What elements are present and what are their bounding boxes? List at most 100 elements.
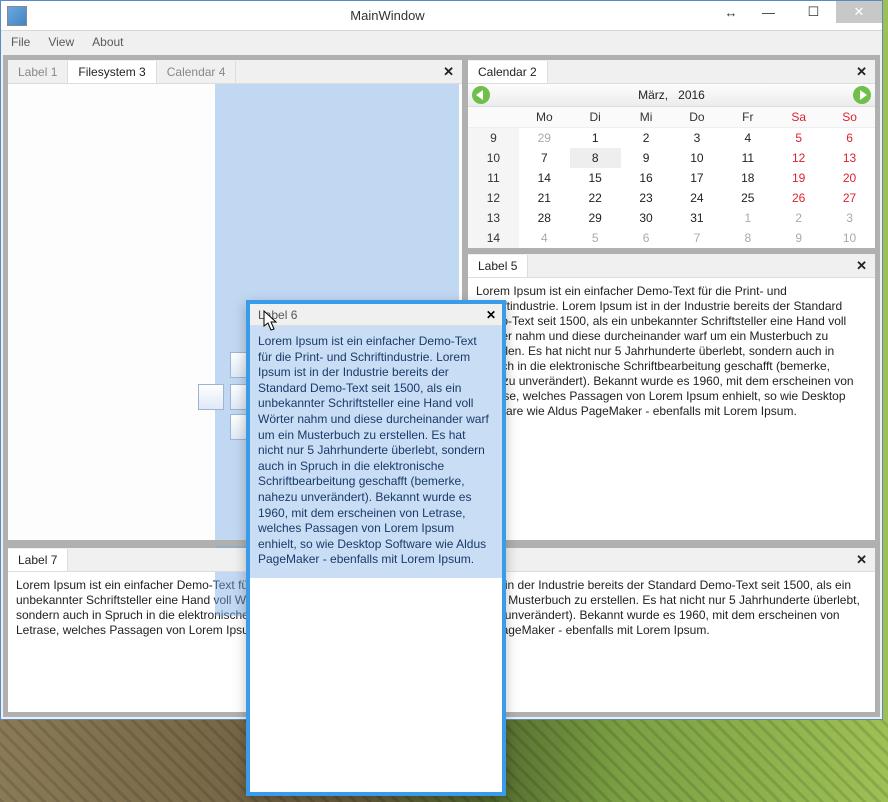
tab-label-7[interactable]: Label 7 xyxy=(8,549,68,571)
calendar-dow: Di xyxy=(570,107,621,128)
window-controls: ↔ — ☐ ✕ xyxy=(716,1,882,23)
floating-panel-label6[interactable]: Label 6 ✕ Lorem Ipsum ist ein einfacher … xyxy=(246,300,506,796)
calendar-tabstrip: Calendar 2 ✕ xyxy=(468,60,875,84)
calendar-dow: Sa xyxy=(773,107,824,128)
calendar-month: März, xyxy=(638,88,668,102)
menubar: File View About xyxy=(1,31,882,53)
calendar-day[interactable]: 17 xyxy=(672,168,723,188)
calendar-day[interactable]: 19 xyxy=(773,168,824,188)
floating-panel-close[interactable]: ✕ xyxy=(480,308,502,322)
calendar-day[interactable]: 12 xyxy=(773,148,824,168)
calendar-pane: Calendar 2 ✕ März, 2016 MoDiMiDoFrSa xyxy=(465,55,880,251)
calendar-day[interactable]: 2 xyxy=(773,208,824,228)
calendar-day[interactable]: 6 xyxy=(621,228,672,248)
calendar-day[interactable]: 6 xyxy=(824,128,875,149)
floating-panel-body: Lorem Ipsum ist ein einfacher Demo-Text … xyxy=(250,326,502,792)
resize-handle-icon[interactable]: ↔ xyxy=(716,1,746,23)
calendar-day[interactable]: 7 xyxy=(672,228,723,248)
calendar-day[interactable]: 4 xyxy=(722,128,773,149)
calendar-day[interactable]: 5 xyxy=(773,128,824,149)
calendar-row: 1328293031123 xyxy=(468,208,875,228)
calendar-day[interactable]: 26 xyxy=(773,188,824,208)
calendar-day[interactable]: 31 xyxy=(672,208,723,228)
left-tabstrip: Label 1 Filesystem 3 Calendar 4 ✕ xyxy=(8,60,462,84)
calendar-prev-icon[interactable] xyxy=(472,86,490,104)
calendar-next-icon[interactable] xyxy=(853,86,871,104)
label7-pane-close[interactable]: ✕ xyxy=(848,552,875,568)
calendar-day[interactable]: 5 xyxy=(570,228,621,248)
calendar-day[interactable]: 3 xyxy=(824,208,875,228)
calendar-day[interactable]: 22 xyxy=(570,188,621,208)
calendar-day[interactable]: 25 xyxy=(722,188,773,208)
calendar-row: 929123456 xyxy=(468,128,875,149)
calendar-dow: Mi xyxy=(621,107,672,128)
tab-label-5[interactable]: Label 5 xyxy=(468,255,528,277)
label5-tabstrip: Label 5 ✕ xyxy=(468,254,875,278)
calendar-day[interactable]: 29 xyxy=(570,208,621,228)
calendar-pane-close[interactable]: ✕ xyxy=(848,64,875,80)
calendar-day[interactable]: 16 xyxy=(621,168,672,188)
calendar-row: 1445678910 xyxy=(468,228,875,248)
menu-view[interactable]: View xyxy=(48,35,74,49)
floating-panel-header[interactable]: Label 6 ✕ xyxy=(250,304,502,326)
calendar-week-number[interactable]: 11 xyxy=(468,168,519,188)
calendar-title[interactable]: März, 2016 xyxy=(490,88,853,102)
app-icon xyxy=(7,6,27,26)
calendar-day[interactable]: 10 xyxy=(824,228,875,248)
calendar-week-number[interactable]: 14 xyxy=(468,228,519,248)
calendar-day[interactable]: 9 xyxy=(621,148,672,168)
left-pane-close[interactable]: ✕ xyxy=(435,64,462,80)
calendar-day[interactable]: 13 xyxy=(824,148,875,168)
calendar-day[interactable]: 1 xyxy=(722,208,773,228)
calendar-day[interactable]: 15 xyxy=(570,168,621,188)
minimize-button[interactable]: — xyxy=(746,1,791,23)
calendar-dow: Mo xyxy=(519,107,570,128)
calendar-day[interactable]: 14 xyxy=(519,168,570,188)
calendar-day[interactable]: 11 xyxy=(722,148,773,168)
calendar-day[interactable]: 9 xyxy=(773,228,824,248)
floating-panel-text: Lorem Ipsum ist ein einfacher Demo-Text … xyxy=(258,334,494,568)
mouse-cursor-icon xyxy=(263,310,279,332)
menu-about[interactable]: About xyxy=(92,35,123,49)
calendar-year: 2016 xyxy=(678,88,705,102)
menu-file[interactable]: File xyxy=(11,35,30,49)
calendar-week-number[interactable]: 13 xyxy=(468,208,519,228)
calendar-day[interactable]: 8 xyxy=(722,228,773,248)
label5-pane-close[interactable]: ✕ xyxy=(848,258,875,274)
calendar-day[interactable]: 23 xyxy=(621,188,672,208)
titlebar[interactable]: MainWindow ↔ — ☐ ✕ xyxy=(1,1,882,31)
calendar-day[interactable]: 7 xyxy=(519,148,570,168)
calendar-week-number[interactable]: 9 xyxy=(468,128,519,149)
maximize-button[interactable]: ☐ xyxy=(791,1,836,23)
calendar-week-number[interactable]: 10 xyxy=(468,148,519,168)
calendar-day[interactable]: 3 xyxy=(672,128,723,149)
calendar-row: 1114151617181920 xyxy=(468,168,875,188)
calendar-day[interactable]: 27 xyxy=(824,188,875,208)
calendar-day[interactable]: 2 xyxy=(621,128,672,149)
dock-left-icon[interactable] xyxy=(198,384,224,410)
calendar-day[interactable]: 24 xyxy=(672,188,723,208)
calendar-header: März, 2016 xyxy=(468,84,875,107)
calendar-day[interactable]: 30 xyxy=(621,208,672,228)
calendar-row: 1078910111213 xyxy=(468,148,875,168)
close-button[interactable]: ✕ xyxy=(836,1,882,23)
calendar-dow: Fr xyxy=(722,107,773,128)
calendar-day[interactable]: 1 xyxy=(570,128,621,149)
calendar-day[interactable]: 20 xyxy=(824,168,875,188)
calendar-day[interactable]: 29 xyxy=(519,128,570,149)
calendar-grid: MoDiMiDoFrSaSo 9291234561078910111213111… xyxy=(468,107,875,248)
calendar-day[interactable]: 28 xyxy=(519,208,570,228)
calendar-day[interactable]: 10 xyxy=(672,148,723,168)
calendar-dow: Do xyxy=(672,107,723,128)
calendar-day[interactable]: 18 xyxy=(722,168,773,188)
calendar-day[interactable]: 21 xyxy=(519,188,570,208)
tab-filesystem-3[interactable]: Filesystem 3 xyxy=(68,61,156,83)
calendar-day[interactable]: 8 xyxy=(570,148,621,168)
tab-label-1[interactable]: Label 1 xyxy=(8,61,68,83)
calendar-day[interactable]: 4 xyxy=(519,228,570,248)
label5-pane: Label 5 ✕ Lorem Ipsum ist ein einfacher … xyxy=(465,251,880,545)
tab-calendar-4[interactable]: Calendar 4 xyxy=(157,61,237,83)
calendar-week-number[interactable]: 12 xyxy=(468,188,519,208)
tab-calendar-2[interactable]: Calendar 2 xyxy=(468,61,548,83)
label5-text: Lorem Ipsum ist ein einfacher Demo-Text … xyxy=(468,278,875,425)
